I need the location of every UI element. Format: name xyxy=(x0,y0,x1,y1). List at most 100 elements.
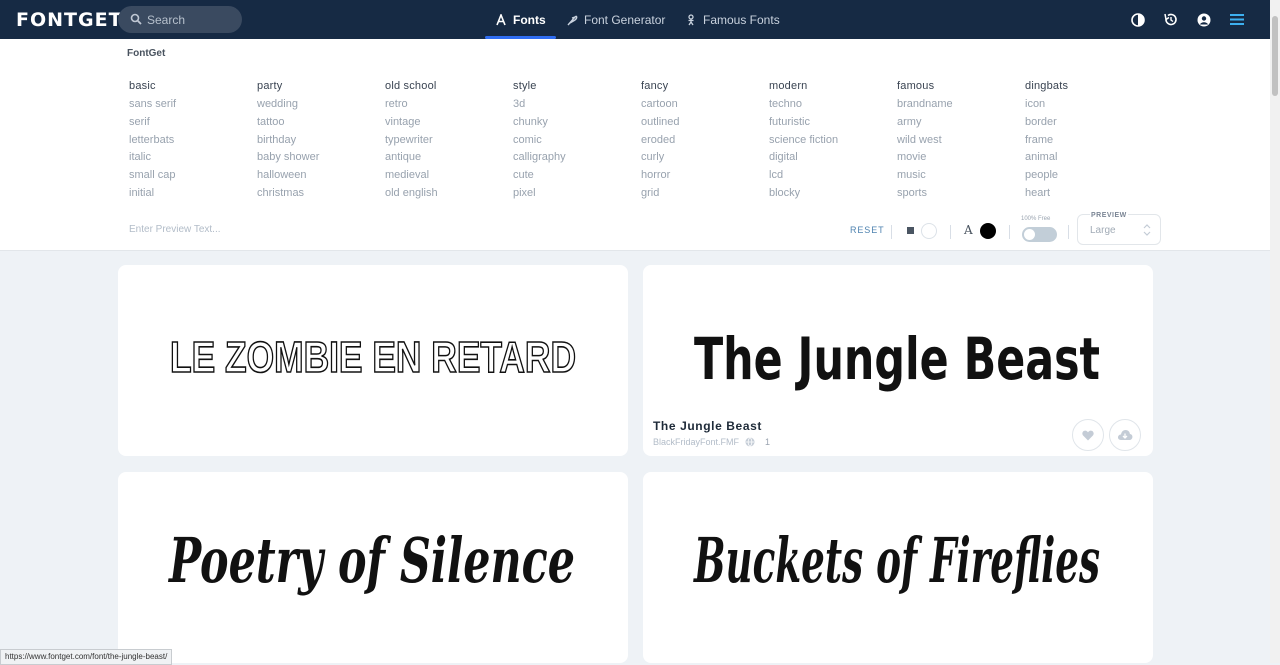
category-link[interactable]: digital xyxy=(769,150,897,168)
category-link[interactable]: tattoo xyxy=(257,115,385,133)
free-filter-toggle[interactable] xyxy=(1022,227,1057,242)
top-icon-group xyxy=(1128,0,1246,39)
font-author-link[interactable]: BlackFridayFont.FMF xyxy=(653,437,739,447)
select-arrows-icon xyxy=(1143,224,1151,236)
category-link[interactable]: comic xyxy=(513,133,641,151)
category-link[interactable]: cute xyxy=(513,168,641,186)
account-icon[interactable] xyxy=(1194,10,1213,29)
nav-font-generator[interactable]: Font Generator xyxy=(566,0,665,39)
category-link[interactable]: medieval xyxy=(385,168,513,186)
download-button[interactable] xyxy=(1109,419,1141,451)
category-heading[interactable]: old school xyxy=(385,79,513,97)
category-column-basic: basic sans serif serif letterbats italic… xyxy=(129,79,257,204)
category-link[interactable]: christmas xyxy=(257,186,385,204)
font-card[interactable]: Poetry of Silence xyxy=(118,472,628,663)
page-scrollbar[interactable] xyxy=(1270,0,1280,663)
font-name-link[interactable]: The Jungle Beast xyxy=(653,419,762,433)
search-box[interactable] xyxy=(118,6,242,33)
font-count: 1 xyxy=(765,437,771,447)
category-link[interactable]: sports xyxy=(897,186,1025,204)
category-link[interactable]: pixel xyxy=(513,186,641,204)
category-link[interactable]: grid xyxy=(641,186,769,204)
contrast-icon[interactable] xyxy=(1128,10,1147,29)
category-column-dingbats: dingbats icon border frame animal people… xyxy=(1025,79,1153,204)
category-link[interactable]: wild west xyxy=(897,133,1025,151)
nav-font-generator-label: Font Generator xyxy=(584,12,666,27)
font-preview-text: The Jungle Beast xyxy=(694,325,1100,393)
font-preview-text: LE ZOMBIE EN RETARD xyxy=(170,333,576,382)
category-link[interactable]: small cap xyxy=(129,168,257,186)
category-link[interactable]: eroded xyxy=(641,133,769,151)
category-link[interactable]: science fiction xyxy=(769,133,897,151)
category-link[interactable]: techno xyxy=(769,97,897,115)
category-link[interactable]: heart xyxy=(1025,186,1153,204)
category-link[interactable]: old english xyxy=(385,186,513,204)
category-link[interactable]: halloween xyxy=(257,168,385,186)
nav-famous-fonts[interactable]: Famous Fonts xyxy=(685,0,780,39)
free-filter-label: 100% Free xyxy=(1021,216,1051,222)
globe-icon xyxy=(745,437,755,447)
preview-size-select[interactable]: PREVIEW Large xyxy=(1077,212,1161,245)
category-link[interactable]: italic xyxy=(129,150,257,168)
category-link[interactable]: typewriter xyxy=(385,133,513,151)
text-color-picker[interactable] xyxy=(980,223,996,239)
reset-button[interactable]: RESET xyxy=(850,225,885,235)
menu-icon[interactable] xyxy=(1227,10,1246,29)
category-link[interactable]: people xyxy=(1025,168,1153,186)
category-link[interactable]: vintage xyxy=(385,115,513,133)
category-link[interactable]: curly xyxy=(641,150,769,168)
category-link[interactable]: antique xyxy=(385,150,513,168)
category-link[interactable]: brandname xyxy=(897,97,1025,115)
category-heading[interactable]: basic xyxy=(129,79,257,97)
nav-fonts-label: Fonts xyxy=(513,12,546,27)
background-color-picker[interactable] xyxy=(921,223,937,239)
feather-icon xyxy=(567,15,578,25)
category-heading[interactable]: famous xyxy=(897,79,1025,97)
preview-size-value: Large xyxy=(1090,225,1116,236)
favorite-button[interactable] xyxy=(1072,419,1104,451)
category-link[interactable]: retro xyxy=(385,97,513,115)
category-link[interactable]: army xyxy=(897,115,1025,133)
font-preview: LE ZOMBIE EN RETARD xyxy=(169,332,577,383)
category-link[interactable]: movie xyxy=(897,150,1025,168)
category-link[interactable]: baby shower xyxy=(257,150,385,168)
scrollbar-thumb[interactable] xyxy=(1272,16,1278,96)
category-link[interactable]: outlined xyxy=(641,115,769,133)
category-heading[interactable]: modern xyxy=(769,79,897,97)
preview-text-input[interactable] xyxy=(129,222,309,236)
category-link[interactable]: birthday xyxy=(257,133,385,151)
history-icon[interactable] xyxy=(1161,10,1180,29)
category-link[interactable]: blocky xyxy=(769,186,897,204)
font-card[interactable]: The Jungle Beast The Jungle Beast BlackF… xyxy=(643,265,1153,456)
category-heading[interactable]: style xyxy=(513,79,641,97)
category-heading[interactable]: fancy xyxy=(641,79,769,97)
category-link[interactable]: border xyxy=(1025,115,1153,133)
site-logo[interactable]: FONTGET xyxy=(16,9,123,31)
category-link[interactable]: 3d xyxy=(513,97,641,115)
category-link[interactable]: icon xyxy=(1025,97,1153,115)
category-heading[interactable]: dingbats xyxy=(1025,79,1153,97)
category-link[interactable]: horror xyxy=(641,168,769,186)
category-link[interactable]: cartoon xyxy=(641,97,769,115)
category-link[interactable]: wedding xyxy=(257,97,385,115)
category-link[interactable]: calligraphy xyxy=(513,150,641,168)
category-link[interactable]: music xyxy=(897,168,1025,186)
category-link[interactable]: initial xyxy=(129,186,257,204)
background-color-swatch[interactable] xyxy=(907,227,914,234)
nav-fonts[interactable]: Fonts xyxy=(485,0,556,39)
category-link[interactable]: serif xyxy=(129,115,257,133)
font-preview: Poetry of Silence xyxy=(168,524,575,597)
category-link[interactable]: animal xyxy=(1025,150,1153,168)
font-preview-text: Poetry of Silence xyxy=(168,524,575,597)
category-link[interactable]: lcd xyxy=(769,168,897,186)
search-input[interactable] xyxy=(147,11,235,28)
font-card[interactable]: Buckets of Fireflies xyxy=(643,472,1153,663)
category-link[interactable]: letterbats xyxy=(129,133,257,151)
category-link[interactable]: chunky xyxy=(513,115,641,133)
category-column-old-school: old school retro vintage typewriter anti… xyxy=(385,79,513,204)
category-link[interactable]: frame xyxy=(1025,133,1153,151)
category-link[interactable]: sans serif xyxy=(129,97,257,115)
category-heading[interactable]: party xyxy=(257,79,385,97)
category-link[interactable]: futuristic xyxy=(769,115,897,133)
font-card[interactable]: LE ZOMBIE EN RETARD xyxy=(118,265,628,456)
